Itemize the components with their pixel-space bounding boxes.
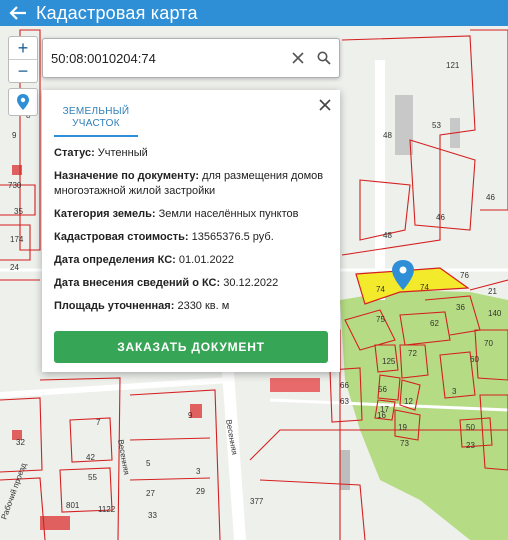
svg-text:70: 70 bbox=[484, 339, 493, 348]
svg-text:42: 42 bbox=[86, 453, 95, 462]
svg-text:32: 32 bbox=[16, 438, 25, 447]
top-bar: Кадастровая карта bbox=[0, 0, 508, 26]
detail-key: Дата определения КС: bbox=[54, 254, 176, 266]
svg-text:377: 377 bbox=[250, 497, 264, 506]
detail-value: 30.12.2022 bbox=[223, 277, 279, 289]
page-title: Кадастровая карта bbox=[36, 2, 198, 23]
svg-text:23: 23 bbox=[466, 441, 475, 450]
parcel-info-panel: ЗЕМЕЛЬНЫЙ УЧАСТОК Статус: Учтенный Назна… bbox=[42, 90, 340, 372]
svg-text:35: 35 bbox=[14, 207, 23, 216]
close-icon[interactable] bbox=[318, 98, 332, 112]
svg-text:121: 121 bbox=[446, 61, 460, 70]
svg-text:75: 75 bbox=[376, 315, 385, 324]
search-input[interactable] bbox=[43, 49, 287, 67]
detail-row-category: Категория земель: Земли населённых пункт… bbox=[54, 207, 334, 222]
svg-text:73: 73 bbox=[400, 439, 409, 448]
svg-text:72: 72 bbox=[408, 349, 417, 358]
detail-key: Площадь уточненная: bbox=[54, 300, 175, 312]
svg-text:74: 74 bbox=[376, 285, 385, 294]
svg-text:66: 66 bbox=[340, 381, 349, 390]
search-bar bbox=[42, 38, 340, 78]
detail-key: Назначение по документу: bbox=[54, 170, 200, 182]
svg-text:1122: 1122 bbox=[98, 505, 116, 514]
zoom-control: + − bbox=[8, 36, 38, 83]
detail-row-purpose: Назначение по документу: для размещения … bbox=[54, 169, 334, 199]
detail-row-valuation-date: Дата определения КС: 01.01.2022 bbox=[54, 253, 334, 268]
svg-text:801: 801 bbox=[66, 501, 80, 510]
svg-text:21: 21 bbox=[488, 287, 497, 296]
svg-text:174: 174 bbox=[10, 235, 24, 244]
svg-text:29: 29 bbox=[196, 487, 205, 496]
svg-text:62: 62 bbox=[430, 319, 439, 328]
clear-icon[interactable] bbox=[287, 47, 309, 69]
order-document-button[interactable]: ЗАКАЗАТЬ ДОКУМЕНТ bbox=[54, 331, 328, 363]
svg-text:3: 3 bbox=[196, 467, 201, 476]
detail-value: Земли населённых пунктов bbox=[158, 208, 299, 220]
zoom-in-button[interactable]: + bbox=[9, 37, 37, 59]
svg-text:7: 7 bbox=[96, 418, 101, 427]
svg-text:60: 60 bbox=[470, 355, 479, 364]
detail-row-entry-date: Дата внесения сведений о КС: 30.12.2022 bbox=[54, 276, 334, 291]
detail-value: 2330 кв. м bbox=[177, 300, 230, 312]
detail-value: 01.01.2022 bbox=[178, 254, 234, 266]
svg-text:27: 27 bbox=[146, 489, 155, 498]
svg-text:19: 19 bbox=[398, 423, 407, 432]
svg-text:9: 9 bbox=[12, 131, 17, 140]
svg-text:36: 36 bbox=[456, 303, 465, 312]
parcel-details: Статус: Учтенный Назначение по документу… bbox=[54, 146, 334, 322]
svg-text:50: 50 bbox=[466, 423, 475, 432]
detail-value: 13565376.5 руб. bbox=[191, 231, 274, 243]
tab-land-parcel[interactable]: ЗЕМЕЛЬНЫЙ УЧАСТОК bbox=[54, 106, 138, 137]
svg-text:63: 63 bbox=[340, 397, 349, 406]
svg-text:3: 3 bbox=[452, 387, 457, 396]
svg-text:76: 76 bbox=[460, 271, 469, 280]
svg-text:125: 125 bbox=[382, 357, 396, 366]
detail-row-area: Площадь уточненная: 2330 кв. м bbox=[54, 299, 334, 314]
svg-text:33: 33 bbox=[148, 511, 157, 520]
svg-text:24: 24 bbox=[10, 263, 19, 272]
svg-text:74: 74 bbox=[420, 283, 429, 292]
detail-key: Дата внесения сведений о КС: bbox=[54, 277, 221, 289]
svg-text:46: 46 bbox=[486, 193, 495, 202]
svg-text:730: 730 bbox=[8, 181, 22, 190]
zoom-out-button[interactable]: − bbox=[9, 60, 37, 82]
svg-text:48: 48 bbox=[383, 131, 392, 140]
detail-value: Учтенный bbox=[97, 147, 148, 159]
svg-text:12: 12 bbox=[404, 397, 413, 406]
svg-text:16: 16 bbox=[377, 411, 386, 420]
locate-button[interactable] bbox=[8, 88, 38, 116]
svg-text:55: 55 bbox=[88, 473, 97, 482]
detail-key: Категория земель: bbox=[54, 208, 156, 220]
svg-text:53: 53 bbox=[432, 121, 441, 130]
detail-row-status: Статус: Учтенный bbox=[54, 146, 334, 161]
svg-text:140: 140 bbox=[488, 309, 502, 318]
detail-key: Кадастровая стоимость: bbox=[54, 231, 189, 243]
back-arrow-icon[interactable] bbox=[0, 0, 36, 26]
detail-row-cadastral-value: Кадастровая стоимость: 13565376.5 руб. bbox=[54, 230, 334, 245]
svg-text:5: 5 bbox=[146, 459, 151, 468]
svg-text:9: 9 bbox=[188, 411, 193, 420]
svg-text:56: 56 bbox=[378, 385, 387, 394]
detail-key: Статус: bbox=[54, 147, 95, 159]
svg-text:46: 46 bbox=[436, 213, 445, 222]
svg-text:48: 48 bbox=[383, 231, 392, 240]
search-icon[interactable] bbox=[313, 47, 335, 69]
map-pin-icon bbox=[17, 94, 29, 110]
